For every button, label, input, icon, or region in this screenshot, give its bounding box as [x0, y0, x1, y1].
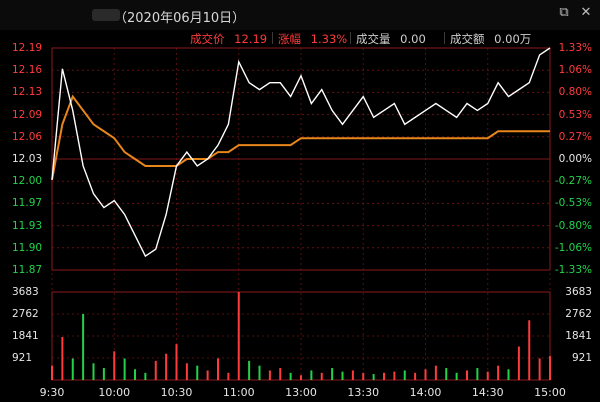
price-tick-label: 11.87	[12, 264, 43, 276]
percent-tick-label: 0.00%	[558, 153, 592, 165]
volume-tick-label: 1841	[565, 330, 592, 342]
price-tick-label: 12.13	[12, 86, 43, 99]
price-tick-label: 12.19	[12, 42, 43, 54]
volume-tick-label: 921	[12, 352, 33, 364]
time-tick-label: 13:00	[285, 386, 317, 399]
percent-tick-label: -0.53%	[554, 197, 592, 210]
time-tick-label: 14:30	[471, 386, 504, 399]
time-tick-label: 11:00	[222, 386, 255, 399]
time-tick-label: 9:30	[39, 386, 65, 399]
volume-frame	[51, 291, 551, 381]
percent-tick-label: 1.33%	[558, 42, 592, 54]
volume-tick-label: 2762	[12, 308, 39, 320]
intraday-chart[interactable]	[0, 0, 600, 402]
volume-tick-label: 2762	[565, 308, 592, 320]
time-tick-label: 14:00	[409, 386, 442, 399]
time-tick-label: 15:00	[534, 386, 566, 399]
volume-tick-label: 3683	[565, 286, 592, 298]
price-tick-label: 12.09	[12, 108, 43, 121]
percent-tick-label: 0.27%	[558, 130, 592, 143]
time-tick-label: 13:30	[347, 386, 380, 399]
percent-tick-label: -1.33%	[554, 264, 592, 276]
price-tick-label: 11.97	[12, 197, 43, 210]
price-tick-label: 11.90	[12, 241, 43, 254]
price-tick-label: 12.00	[12, 175, 43, 188]
price-tick-label: 12.06	[12, 130, 43, 143]
percent-tick-label: 0.80%	[558, 86, 592, 99]
price-tick-label: 12.03	[12, 153, 43, 165]
volume-tick-label: 3683	[12, 286, 39, 298]
time-tick-label: 10:00	[98, 386, 131, 399]
percent-tick-label: 1.06%	[558, 64, 592, 77]
price-tick-label: 11.93	[12, 219, 43, 232]
volume-tick-label: 1841	[12, 330, 39, 342]
percent-tick-label: 0.53%	[558, 108, 592, 121]
price-tick-label: 12.16	[12, 64, 43, 77]
percent-tick-label: -0.27%	[554, 175, 592, 188]
percent-tick-label: -0.80%	[554, 219, 592, 232]
percent-tick-label: -1.06%	[554, 241, 592, 254]
volume-tick-label: 921	[571, 352, 592, 364]
time-tick-label: 10:30	[160, 386, 193, 399]
